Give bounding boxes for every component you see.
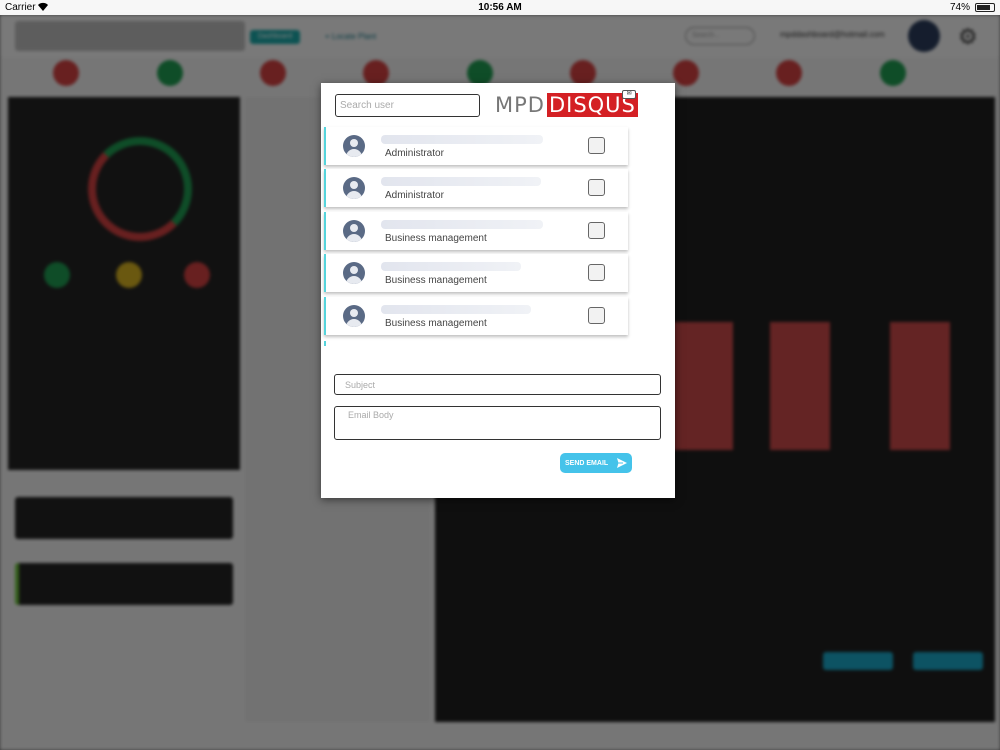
user-select-checkbox[interactable] <box>588 307 605 324</box>
clock: 10:56 AM <box>478 2 522 13</box>
user-list-item[interactable]: Business management <box>324 254 628 292</box>
user-role: Business management <box>385 275 487 286</box>
user-select-checkbox[interactable] <box>588 179 605 196</box>
battery-icon <box>975 3 995 12</box>
user-list-item[interactable]: Business management <box>324 297 628 335</box>
send-email-modal: MPD DISQUS ✉ Administrator Administrator… <box>321 83 675 498</box>
subject-input[interactable] <box>334 374 661 395</box>
user-avatar-icon <box>343 220 365 242</box>
user-avatar-icon <box>343 177 365 199</box>
user-name <box>381 177 541 186</box>
email-body-input[interactable] <box>334 406 661 440</box>
user-avatar-icon <box>343 262 365 284</box>
user-select-checkbox[interactable] <box>588 222 605 239</box>
paper-plane-icon <box>616 457 628 469</box>
status-bar: Carrier 10:56 AM 74% <box>0 0 1000 15</box>
user-avatar-icon <box>343 135 365 157</box>
user-list: Administrator Administrator Business man… <box>324 127 628 349</box>
list-scroll-indicator <box>324 341 326 346</box>
send-email-label: SEND EMAIL <box>565 459 609 467</box>
user-name <box>381 220 543 229</box>
user-role: Business management <box>385 318 487 329</box>
user-list-item[interactable]: Business management <box>324 212 628 250</box>
logo-badge-icon: ✉ <box>622 90 636 99</box>
user-name <box>381 135 543 144</box>
user-list-item[interactable]: Administrator <box>324 169 628 207</box>
logo-mpd-text: MPD <box>495 93 545 117</box>
user-list-item[interactable]: Administrator <box>324 127 628 165</box>
user-role: Business management <box>385 233 487 244</box>
user-select-checkbox[interactable] <box>588 264 605 281</box>
send-email-button[interactable]: SEND EMAIL <box>560 453 632 473</box>
user-name <box>381 262 521 271</box>
search-user-input[interactable] <box>335 94 480 117</box>
user-role: Administrator <box>385 190 444 201</box>
user-name <box>381 305 531 314</box>
user-role: Administrator <box>385 148 444 159</box>
mpd-disqus-logo: MPD DISQUS <box>495 93 638 117</box>
battery-percent: 74% <box>949 2 970 13</box>
user-select-checkbox[interactable] <box>588 137 605 154</box>
user-avatar-icon <box>343 305 365 327</box>
